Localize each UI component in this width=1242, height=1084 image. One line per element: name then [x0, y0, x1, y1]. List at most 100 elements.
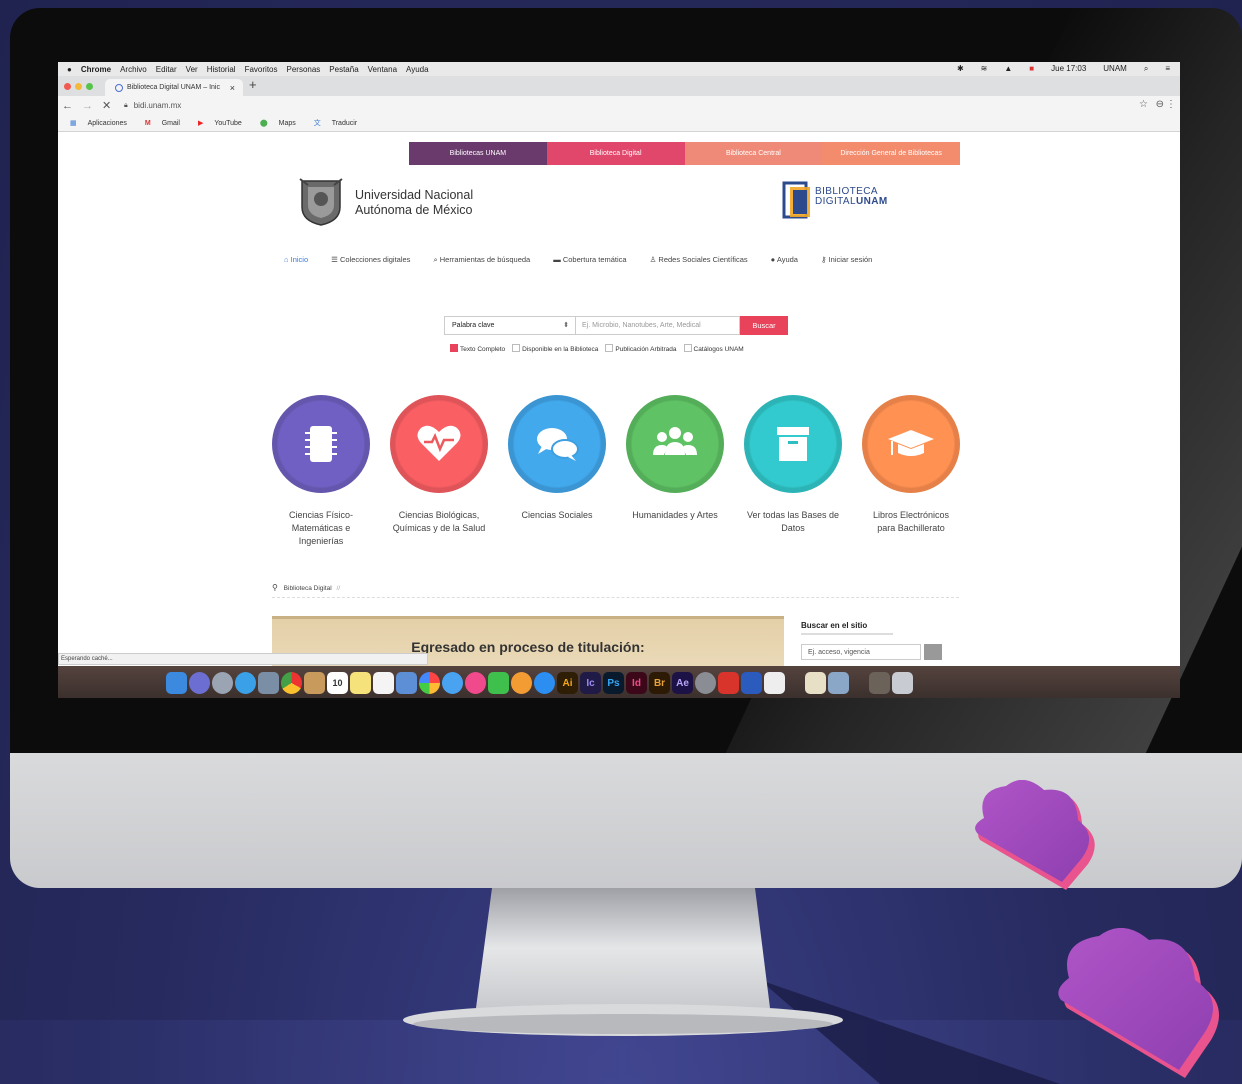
apple-icon[interactable]: ●: [67, 65, 72, 74]
menu-favoritos[interactable]: Favoritos: [245, 65, 278, 74]
profile-icon[interactable]: ⊖: [1156, 99, 1164, 110]
photo-booth-icon[interactable]: [258, 672, 279, 694]
chrome-icon[interactable]: [281, 672, 302, 694]
star-icon[interactable]: ☆: [1139, 99, 1148, 110]
photoshop-icon[interactable]: Ps: [603, 672, 624, 694]
menu-editar[interactable]: Editar: [156, 65, 177, 74]
browser-tab[interactable]: Biblioteca Digital UNAM – Inic ×: [105, 79, 243, 96]
facetime-icon[interactable]: [488, 672, 509, 694]
incopy-icon[interactable]: Ic: [580, 672, 601, 694]
url-field[interactable]: 🔒︎ bidi.unam.mx: [124, 98, 1164, 113]
option-catalogos[interactable]: Catálogos UNAM: [683, 344, 744, 353]
unam-logo[interactable]: [298, 177, 344, 227]
illustrator-icon[interactable]: Ai: [557, 672, 578, 694]
category-label[interactable]: Libros Electrónicos para Bachillerato: [853, 509, 969, 535]
nav-herramientas[interactable]: ⌕ Herramientas de búsqueda: [433, 255, 530, 269]
forward-button[interactable]: →: [82, 100, 93, 112]
minimize-window-button[interactable]: [75, 83, 82, 90]
document-icon[interactable]: [764, 672, 785, 694]
category-humanidades[interactable]: [626, 395, 724, 493]
category-sociales[interactable]: [508, 395, 606, 493]
checkbox[interactable]: [605, 344, 614, 352]
trash-icon[interactable]: [892, 672, 913, 694]
checkbox[interactable]: [683, 344, 692, 352]
topnav-direccion-general[interactable]: Dirección General de Bibliotecas: [822, 142, 960, 165]
category-fisico-matematicas[interactable]: [272, 395, 370, 493]
contacts-icon[interactable]: [304, 672, 325, 694]
launchpad-icon[interactable]: [212, 672, 233, 694]
app-store-icon[interactable]: [534, 672, 555, 694]
nav-inicio[interactable]: ⌂ Inicio: [284, 255, 308, 269]
itunes-icon[interactable]: [465, 672, 486, 694]
wifi-icon[interactable]: ≋: [981, 64, 988, 74]
flag-icon[interactable]: ■: [1029, 64, 1034, 74]
biblioteca-digital-logo[interactable]: [780, 180, 814, 220]
eject-icon[interactable]: ▲: [1004, 64, 1012, 74]
topnav-biblioteca-central[interactable]: Biblioteca Central: [684, 142, 823, 165]
checkbox[interactable]: [512, 344, 521, 352]
bookmark-youtube[interactable]: ▶ YouTube: [189, 119, 242, 127]
spotlight-icon[interactable]: ⌕: [1144, 64, 1148, 74]
nav-iniciar-sesion[interactable]: ⚷ Iniciar sesión: [821, 255, 872, 269]
category-bases-de-datos[interactable]: [744, 395, 842, 493]
clock[interactable]: Jue 17:03: [1051, 64, 1086, 74]
siri-icon[interactable]: [189, 672, 210, 694]
preview-icon[interactable]: [396, 672, 417, 694]
site-search-button[interactable]: [924, 644, 942, 660]
search-type-select[interactable]: Palabra clave ⬍: [444, 316, 576, 335]
bridge-icon[interactable]: Br: [649, 672, 670, 694]
back-button[interactable]: ←: [62, 100, 73, 112]
menu-dots-icon[interactable]: ⋮: [1166, 99, 1176, 110]
option-arbitrada[interactable]: Publicación Arbitrada: [605, 344, 677, 353]
category-label[interactable]: Ciencias Biológicas, Químicas y de la Sa…: [381, 509, 497, 535]
checkbox-checked[interactable]: [450, 344, 458, 352]
search-button[interactable]: Buscar: [740, 316, 788, 335]
nav-redes[interactable]: ♙ Redes Sociales Científicas: [650, 255, 748, 269]
zoom-window-button[interactable]: [86, 83, 93, 90]
menu-chrome[interactable]: Chrome: [81, 65, 111, 74]
safari-icon[interactable]: [235, 672, 256, 694]
category-label[interactable]: Ciencias Físico- Matemáticas e Ingenierí…: [263, 509, 379, 548]
photos-icon[interactable]: [419, 672, 440, 694]
menu-pestana[interactable]: Pestaña: [329, 65, 358, 74]
bookmark-gmail[interactable]: M Gmail: [136, 120, 180, 127]
menu-historial[interactable]: Historial: [207, 65, 236, 74]
menu-ventana[interactable]: Ventana: [368, 65, 397, 74]
acrobat-icon[interactable]: [718, 672, 739, 694]
indesign-icon[interactable]: Id: [626, 672, 647, 694]
menu-ayuda[interactable]: Ayuda: [406, 65, 429, 74]
books-icon[interactable]: [511, 672, 532, 694]
site-search-input[interactable]: Ej. acceso, vigencia: [801, 644, 921, 660]
category-libros-bachillerato[interactable]: [862, 395, 960, 493]
nav-colecciones[interactable]: ☰ Colecciones digitales: [331, 255, 410, 269]
topnav-bibliotecas-unam[interactable]: Bibliotecas UNAM: [409, 142, 547, 165]
topnav-biblioteca-digital[interactable]: Biblioteca Digital: [546, 142, 685, 165]
notes-icon[interactable]: [350, 672, 371, 694]
downloads-stack-icon[interactable]: [869, 672, 890, 694]
reminders-icon[interactable]: [373, 672, 394, 694]
notification-center-icon[interactable]: ≡: [1165, 64, 1170, 74]
bluetooth-icon[interactable]: ✱: [957, 64, 964, 74]
menu-personas[interactable]: Personas: [287, 65, 321, 74]
bookmark-traducir[interactable]: 文 Traducir: [305, 118, 357, 128]
category-label[interactable]: Ver todas las Bases de Datos: [735, 509, 851, 535]
option-texto-completo[interactable]: Texto Completo: [450, 344, 505, 353]
menu-archivo[interactable]: Archivo: [120, 65, 147, 74]
category-label[interactable]: Ciencias Sociales: [499, 509, 615, 522]
unam-name[interactable]: Universidad Nacional Autónoma de México: [355, 188, 473, 218]
finder-icon[interactable]: [166, 672, 187, 694]
calendar-icon[interactable]: 10: [327, 672, 348, 694]
word-icon[interactable]: [741, 672, 762, 694]
after-effects-icon[interactable]: Ae: [672, 672, 693, 694]
menu-ver[interactable]: Ver: [186, 65, 198, 74]
close-window-button[interactable]: [64, 83, 71, 90]
breadcrumb-item[interactable]: Biblioteca Digital: [284, 585, 332, 592]
category-biologicas[interactable]: [390, 395, 488, 493]
search-input[interactable]: Ej. Microbio, Nanotubes, Arte, Medical: [576, 316, 740, 335]
system-preferences-icon[interactable]: [695, 672, 716, 694]
category-label[interactable]: Humanidades y Artes: [617, 509, 733, 522]
bookmark-maps[interactable]: ⬤ Maps: [251, 119, 296, 127]
tab-close-icon[interactable]: ×: [230, 83, 235, 93]
bookmark-aplicaciones[interactable]: ▦ Aplicaciones: [61, 119, 127, 127]
option-disponible[interactable]: Disponible en la Biblioteca: [512, 344, 598, 353]
